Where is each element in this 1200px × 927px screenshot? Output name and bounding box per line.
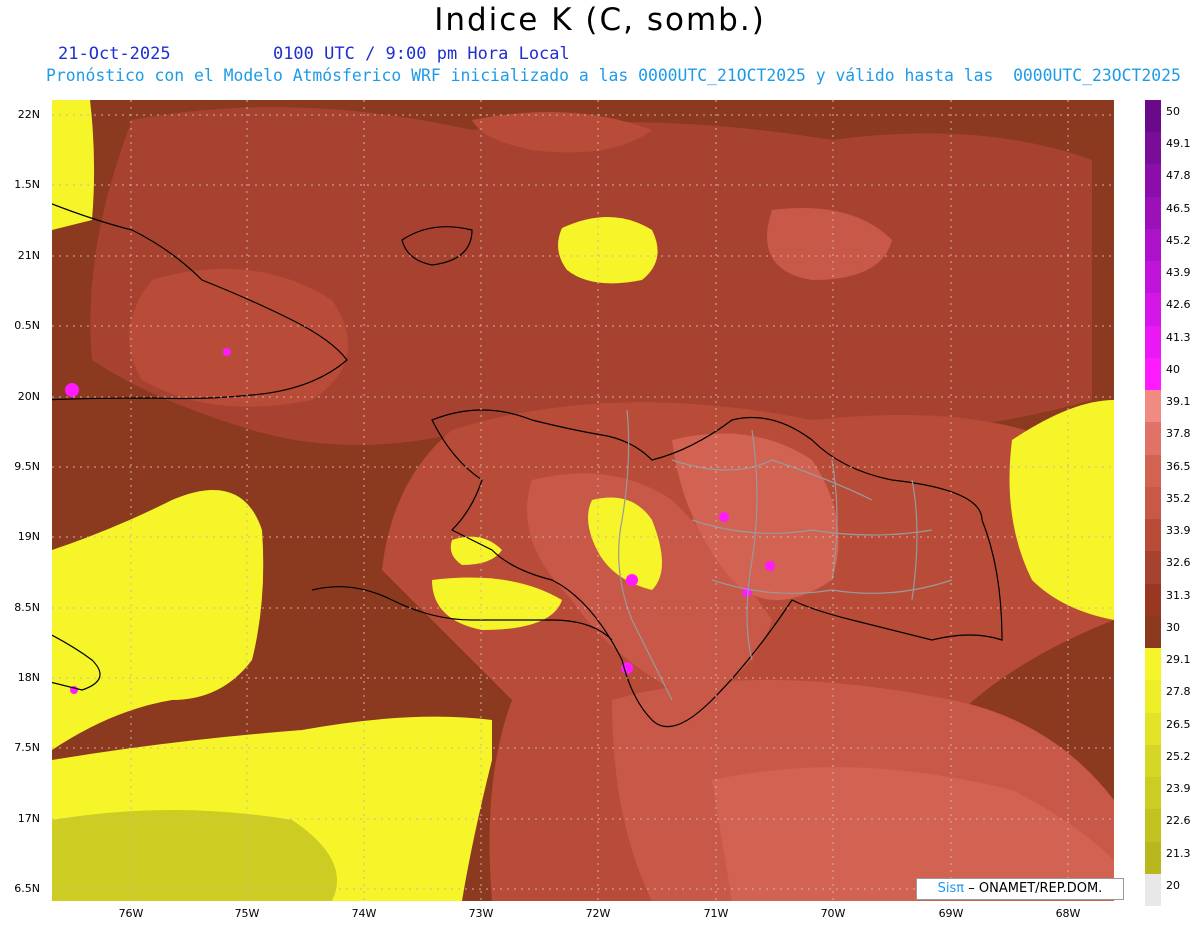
legend-swatch xyxy=(1145,615,1161,649)
legend-label: 49.1 xyxy=(1166,137,1191,151)
lat-label-7: 19N xyxy=(17,530,40,543)
legend-swatch xyxy=(1145,486,1161,520)
high-spot-1 xyxy=(65,383,79,397)
legend-swatch xyxy=(1145,357,1161,391)
lat-label-9: 18N xyxy=(17,671,40,684)
high-spot-3 xyxy=(626,574,638,586)
legend-label: 27.8 xyxy=(1166,685,1191,699)
legend-label: 35.2 xyxy=(1166,491,1191,505)
legend-label: 25.2 xyxy=(1166,749,1191,763)
legend-swatch xyxy=(1145,228,1161,262)
lat-label-3: 21N xyxy=(17,249,40,262)
legend-label: 37.8 xyxy=(1166,427,1191,441)
legend-swatch xyxy=(1145,454,1161,488)
legend-label: 42.6 xyxy=(1166,298,1191,312)
high-spot-2 xyxy=(223,348,231,356)
legend-label: 43.9 xyxy=(1166,266,1191,280)
low-zone-nw xyxy=(52,100,95,230)
legend-swatch xyxy=(1145,132,1161,165)
lon-label-6: 71W xyxy=(703,907,729,920)
map-title: Indice K (C, somb.) xyxy=(434,2,766,38)
lat-label-12: 6.5N xyxy=(14,882,40,895)
lat-label-8: 8.5N xyxy=(14,601,40,614)
legend-swatch xyxy=(1145,261,1161,294)
legend-swatch xyxy=(1145,551,1161,585)
legend-swatch xyxy=(1145,809,1161,842)
lon-label-3: 74W xyxy=(351,907,377,920)
legend-swatch xyxy=(1145,873,1161,907)
lon-label-9: 68W xyxy=(1055,907,1081,920)
model-subtitle: Pronóstico con el Modelo Atmósferico WRF… xyxy=(46,66,1181,85)
low-zone-north xyxy=(558,216,658,284)
legend-label: 47.8 xyxy=(1166,169,1191,183)
lat-label-2: 1.5N xyxy=(14,178,40,191)
credit-text: – ONAMET/REP.DOM. xyxy=(968,881,1103,896)
high-spot-4 xyxy=(719,512,729,522)
lon-label-1: 76W xyxy=(118,907,144,920)
lat-label-6: 9.5N xyxy=(14,460,40,473)
lon-label-7: 70W xyxy=(820,907,846,920)
legend-swatch xyxy=(1145,390,1161,423)
lon-label-5: 72W xyxy=(585,907,611,920)
legend-label: 20 xyxy=(1166,878,1180,892)
legend-label: 40 xyxy=(1166,362,1180,376)
legend-label: 21.3 xyxy=(1166,846,1191,860)
legend-swatch xyxy=(1145,712,1161,746)
high-spot-5 xyxy=(765,561,775,571)
lat-label-1: 22N xyxy=(17,108,40,121)
legend-swatch xyxy=(1145,744,1161,778)
legend-swatch xyxy=(1145,777,1161,810)
lat-label-11: 17N xyxy=(17,812,40,825)
legend-label: 31.3 xyxy=(1166,588,1191,602)
credit-box: Sisπ – ONAMET/REP.DOM. xyxy=(916,878,1124,900)
legend-swatch xyxy=(1145,100,1161,133)
legend-label: 46.5 xyxy=(1166,201,1191,215)
low-zone-south-core xyxy=(52,810,337,901)
legend-label: 41.3 xyxy=(1166,330,1191,344)
map-field xyxy=(52,100,1114,901)
credit-brand: Sisπ xyxy=(937,881,965,896)
legend-swatch xyxy=(1145,583,1161,617)
legend-swatch xyxy=(1145,293,1161,327)
k-index-map xyxy=(52,100,1114,901)
legend-label: 26.5 xyxy=(1166,717,1191,731)
legend-swatch xyxy=(1145,325,1161,359)
legend-swatch xyxy=(1145,519,1161,552)
legend-swatch xyxy=(1145,164,1161,198)
lon-label-4: 73W xyxy=(468,907,494,920)
color-legend xyxy=(1145,100,1161,907)
lat-label-10: 7.5N xyxy=(14,741,40,754)
legend-swatch xyxy=(1145,841,1161,875)
legend-swatch xyxy=(1145,680,1161,714)
legend-swatch xyxy=(1145,422,1161,456)
legend-label: 30 xyxy=(1166,620,1180,634)
legend-label: 29.1 xyxy=(1166,653,1191,667)
legend-label: 45.2 xyxy=(1166,233,1191,247)
legend-label: 22.6 xyxy=(1166,814,1191,828)
forecast-time: 0100 UTC / 9:00 pm Hora Local xyxy=(272,44,570,64)
legend-label: 33.9 xyxy=(1166,524,1191,538)
lon-label-2: 75W xyxy=(234,907,260,920)
legend-label: 39.1 xyxy=(1166,395,1191,409)
legend-label: 50 xyxy=(1166,105,1180,118)
legend-swatch xyxy=(1145,648,1161,681)
lon-label-8: 69W xyxy=(938,907,964,920)
lat-label-4: 0.5N xyxy=(14,319,40,332)
legend-label: 36.5 xyxy=(1166,459,1191,473)
legend-label: 32.6 xyxy=(1166,556,1191,570)
legend-label: 23.9 xyxy=(1166,782,1191,796)
forecast-date: 21-Oct-2025 xyxy=(58,44,171,64)
legend-swatch xyxy=(1145,196,1161,230)
lat-label-5: 20N xyxy=(17,390,40,403)
forecast-date-time: 21-Oct-2025 0100 UTC / 9:00 pm Hora Loca… xyxy=(58,44,570,64)
